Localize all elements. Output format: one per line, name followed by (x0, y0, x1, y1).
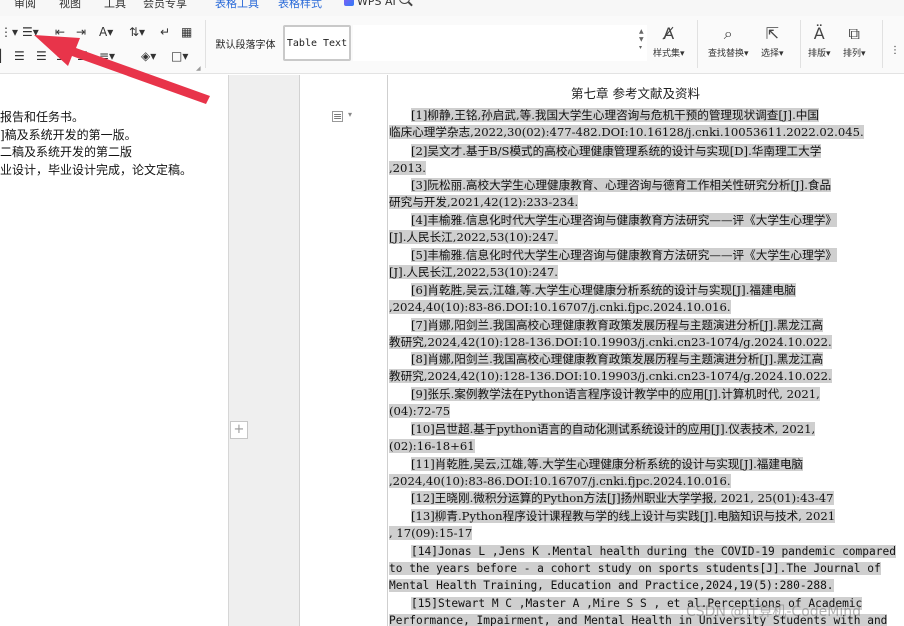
left-document-pane[interactable]: 报告和任务书。 ]稿及系统开发的第一版。 二稿及系统开发的第二版 业设计，毕业设… (0, 75, 228, 626)
layout-icon: Ä (813, 24, 825, 43)
reference-line: [7]肖娜,阳剑兰.我国高校心理健康教育政策发展历程与主题演进分析[J].黑龙江… (411, 318, 824, 332)
style-gallery-scroll-icon[interactable]: ▲ ▼ ▾ (639, 28, 644, 52)
reference-line: 研究与开发,2021,42(12):233-234. (389, 195, 579, 209)
bullet-list-icon[interactable]: ⋮▾ (0, 25, 18, 39)
reference-line: [12]王晓刚.微积分运算的Python方法[J]扬州职业大学学报, 2021,… (411, 491, 834, 505)
chevron-down-icon[interactable]: ▾ (348, 110, 352, 119)
wps-ai-logo (344, 0, 354, 6)
increase-indent-icon[interactable]: ⇥ (76, 25, 86, 39)
tab-table-style[interactable]: 表格样式 (278, 0, 322, 11)
left-doc-line: ]稿及系统开发的第一版。 (0, 128, 137, 142)
reference-line: [2]吴文才.基于B/S模式的高校心理健康管理系统的设计与实现[D].华南理工大… (411, 144, 822, 158)
tab-review[interactable]: 审阅 (14, 0, 36, 11)
tab-view[interactable]: 视图 (59, 0, 81, 11)
tab-member[interactable]: 会员专享 (143, 0, 187, 11)
ribbon-separator (205, 20, 206, 68)
table-grid-icon[interactable]: ▦ (181, 25, 192, 39)
reference-line: ,2024,40(10):83-86.DOI:10.16707/j.cnki.f… (389, 300, 731, 314)
arrange-label: 排列 (843, 49, 862, 59)
paragraph-dialog-launcher-icon[interactable]: ◢ (196, 65, 201, 72)
align-left-icon[interactable]: ▏ (0, 49, 9, 63)
ribbon-separator (697, 20, 698, 68)
magnifier-icon: ⌕ (723, 24, 733, 43)
border-icon[interactable]: □▾ (171, 49, 188, 63)
style-gallery-empty (353, 25, 647, 61)
ribbon-separator (882, 20, 883, 68)
show-marks-icon[interactable]: ↵ (160, 25, 170, 39)
ribbon-separator (800, 20, 801, 68)
reference-line: [8]肖娜,阳剑兰.我国高校心理健康教育政策发展历程与主题演进分析[J].黑龙江… (411, 352, 824, 366)
reference-line: [9]张乐.案例教学法在Python语言程序设计教学中的应用[J].计算机时代,… (411, 387, 820, 401)
reference-line: [J].人民长江,2022,53(10):247. (389, 265, 558, 279)
find-replace-label: 查找替换 (708, 49, 745, 59)
styles-set-icon: A̸ (663, 24, 675, 43)
style-default-paragraph-font[interactable]: 默认段落字体 (211, 25, 280, 61)
distribute-icon[interactable]: ☰ (77, 49, 88, 63)
page-edge (299, 75, 300, 626)
left-doc-line: 二稿及系统开发的第二版 (0, 145, 133, 159)
reference-line: [14]Jonas L ,Jens K .Mental health durin… (411, 545, 896, 558)
tab-tools[interactable]: 工具 (104, 0, 126, 11)
align-right-icon[interactable]: ☰ (36, 49, 47, 63)
reference-line: [3]阮松丽.高校大学生心理健康教育、心理咨询与德育工作相关性研究分析[J].食… (411, 178, 832, 192)
arrange-button[interactable]: ⧉ 排列▾ (843, 24, 866, 59)
left-margin-guide (387, 75, 388, 626)
reference-line: 教研究,2024,42(10):128-136.DOI:10.19903/j.c… (389, 369, 832, 383)
line-spacing-icon[interactable]: ≡▾ (99, 49, 115, 63)
tab-table-tools[interactable]: 表格工具 (215, 0, 259, 11)
select-button[interactable]: ⇱ 选择▾ (761, 24, 784, 59)
reference-line: 临床心理学杂志,2022,30(02):477-482.DOI:10.16128… (389, 125, 864, 139)
reference-line: [6]肖乾胜,吴云,江雄,等.大学生心理健康分析系统的设计与实现[J].福建电脑 (411, 283, 796, 297)
layout-button[interactable]: Ä 排版▾ (808, 24, 831, 59)
reference-line: Mental Health Training, Education and Pr… (389, 579, 834, 592)
reference-line: ,2024,40(10):83-86.DOI:10.16707/j.cnki.f… (389, 474, 731, 488)
sort-icon[interactable]: ⇅▾ (129, 25, 145, 39)
layout-label: 排版 (808, 49, 827, 59)
find-replace-button[interactable]: ⌕ 查找替换▾ (708, 24, 749, 59)
chapter-title: 第七章 参考文献及资料 (571, 86, 700, 101)
styles-set-button[interactable]: A̸ 样式集▾ (653, 24, 685, 59)
paragraph-layout-icon[interactable]: ≡ (332, 111, 343, 122)
reference-line: [1]柳静,王铭,孙启武,等.我国大学生心理咨询与危机干预的管理现状调查[J].… (411, 108, 819, 122)
reference-line: [J].人民长江,2022,53(10):247. (389, 230, 558, 244)
search-icon[interactable] (399, 0, 410, 4)
reference-line: [10]吕世超.基于python语言的自动化测试系统设计的应用[J].仪表技术,… (411, 422, 816, 436)
reference-line: to the years before - a cohort study on … (389, 562, 881, 575)
numbered-list-icon[interactable]: ☰▾ (22, 25, 39, 39)
decrease-indent-icon[interactable]: ⇤ (55, 25, 65, 39)
text-direction-icon[interactable]: A▾ (99, 25, 113, 39)
cursor-select-icon: ⇱ (765, 24, 779, 43)
reference-line: (02):16-18+61 (389, 439, 475, 453)
reference-line: 教研究,2024,42(10):128-136.DOI:10.19903/j.c… (389, 335, 832, 349)
page-gap (228, 75, 300, 626)
left-doc-line: 报告和任务书。 (0, 110, 85, 124)
document-page[interactable]: ≡ ▾ + 第七章 参考文献及资料 [1]柳静,王铭,孙启武,等.我国大学生心理… (230, 75, 904, 626)
csdn-watermark: CSDN @计算机-CodeMind (686, 604, 861, 620)
ribbon-tab-bar: 审阅 视图 工具 会员专享 表格工具 表格样式 WPS AI (0, 0, 904, 16)
styles-set-label: 样式集 (653, 49, 681, 59)
left-doc-line: 业设计，毕业设计完成，论文定稿。 (0, 163, 193, 177)
align-center-icon[interactable]: ☰ (14, 49, 25, 63)
reference-line: (04):72-75 (389, 404, 451, 418)
tab-wps-ai[interactable]: WPS AI (357, 0, 396, 8)
select-label: 选择 (761, 49, 780, 59)
add-block-button[interactable]: + (230, 421, 248, 439)
overflow-icon[interactable]: ⋮ (890, 44, 900, 58)
arrange-icon: ⧉ (848, 24, 860, 43)
reference-line: [11]肖乾胜,吴云,江雄,等.大学生心理健康分析系统的设计与实现[J].福建电… (411, 457, 804, 471)
reference-line: [13]柳青.Python程序设计课程教与学的线上设计与实践[J].电脑知识与技… (411, 509, 836, 523)
reference-line: , 17(09):15-17 (389, 526, 473, 540)
justify-icon[interactable]: ☰ (56, 49, 67, 63)
shading-icon[interactable]: ◈▾ (141, 49, 156, 63)
reference-line: [4]丰榆雅.信息化时代大学生心理咨询与健康教育方法研究——评《大学生心理学》 (411, 213, 837, 227)
style-table-text[interactable]: Table Text (283, 25, 351, 61)
ribbon-toolbar: ⋮▾ ☰▾ ⇤ ⇥ A▾ ⇅▾ ↵ ▦ ▏ ☰ ☰ ☰ ☰ ≡▾ ◈▾ □▾ ◢… (0, 16, 904, 74)
reference-line: ,2013. (389, 161, 426, 175)
reference-line: [5]丰榆雅.信息化时代大学生心理咨询与健康教育方法研究——评《大学生心理学》 (411, 248, 837, 262)
